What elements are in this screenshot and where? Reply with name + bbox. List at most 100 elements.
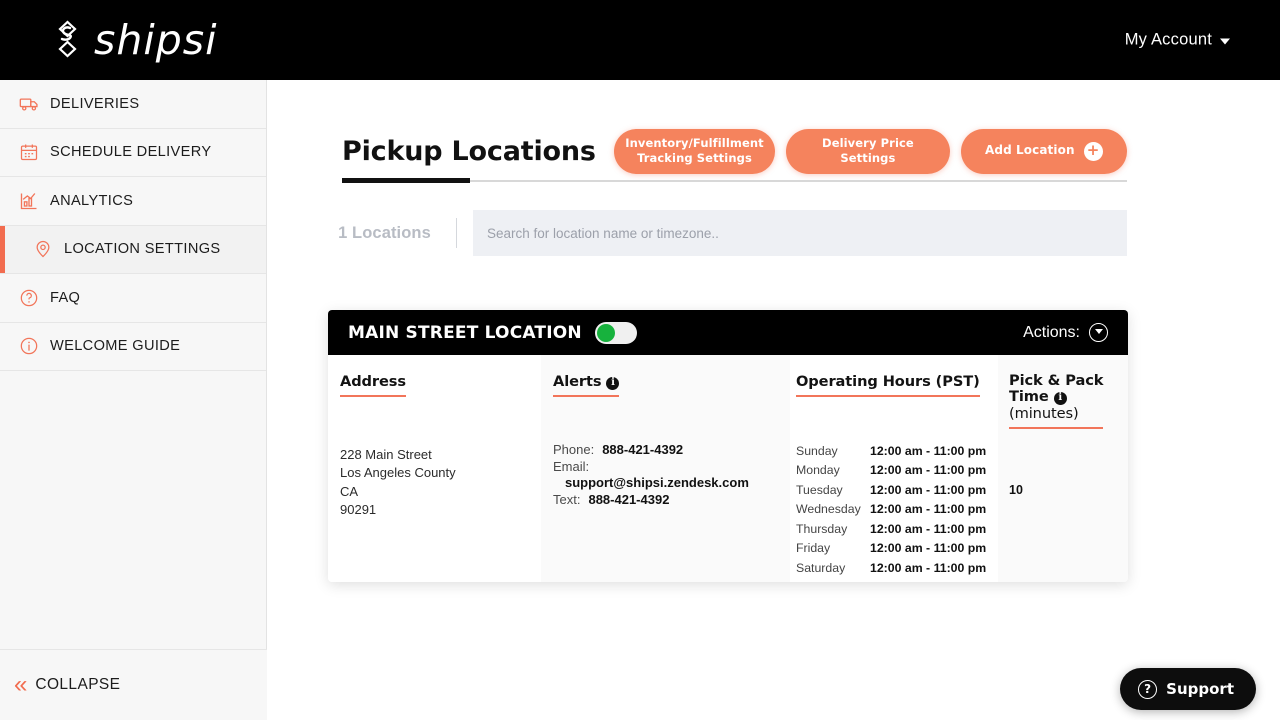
brand-name: shipsi — [94, 16, 218, 64]
actions-dropdown[interactable]: Actions: — [1023, 323, 1108, 342]
hours-row: Friday 12:00 am - 11:00 pm — [796, 539, 998, 558]
hours-day: Thursday — [796, 521, 848, 536]
address-line: 90291 — [340, 502, 377, 518]
hours-time: 12:00 am - 11:00 pm — [870, 482, 987, 497]
address-lines: 228 Main Street Los Angeles County CA 90… — [340, 446, 541, 520]
my-account-menu[interactable]: My Account — [1125, 31, 1230, 50]
alerts-heading-text: Alerts — [553, 373, 602, 390]
button-label-line1: Inventory/Fulfillment — [625, 136, 764, 151]
toggle-knob — [596, 323, 615, 342]
sidebar-item-label: LOCATION SETTINGS — [64, 241, 221, 258]
collapse-label: COLLAPSE — [35, 676, 121, 693]
add-location-label: Add Location — [985, 143, 1075, 158]
sidebar-item-label: DELIVERIES — [50, 95, 140, 112]
pick-pack-heading-line1: Pick & Pack — [1009, 372, 1104, 389]
chevron-down-circle-icon — [1089, 323, 1108, 342]
hours-time: 12:00 am - 11:00 pm — [870, 444, 987, 458]
page-header: Pickup Locations Inventory/Fulfillment T… — [342, 120, 1127, 182]
location-card-body: Address 228 Main Street Los Angeles Coun… — [328, 355, 1128, 582]
question-circle-icon: ? — [1138, 679, 1158, 699]
info-icon[interactable]: i — [606, 376, 620, 390]
delivery-price-settings-button[interactable]: Delivery Price Settings — [786, 128, 950, 174]
location-card-header: MAIN STREET LOCATION Actions: — [328, 310, 1128, 355]
chevron-down-icon — [1220, 38, 1230, 45]
sidebar-item-label: WELCOME GUIDE — [50, 338, 181, 355]
hours-time: 12:00 am - 11:00 pm — [870, 502, 987, 517]
sidebar-item-deliveries[interactable]: DELIVERIES — [0, 80, 266, 129]
hours-row: Tuesday 12:00 am - 11:00 pm — [796, 481, 998, 500]
address-line: 228 Main Street — [340, 447, 432, 462]
address-line: Los Angeles County — [340, 465, 456, 481]
sidebar-item-label: ANALYTICS — [50, 192, 134, 209]
hours-day: Tuesday — [796, 482, 843, 497]
address-column: Address 228 Main Street Los Angeles Coun… — [328, 355, 541, 582]
sidebar-collapse-button[interactable]: « COLLAPSE — [0, 649, 267, 720]
pick-pack-column: Pick & Pack Time i (minutes) 10 — [998, 355, 1128, 582]
support-button[interactable]: ? Support — [1120, 668, 1256, 710]
operating-hours-heading: Operating Hours (PST) — [796, 373, 980, 397]
hours-day: Wednesday — [796, 502, 861, 517]
map-pin-icon — [32, 238, 54, 260]
hours-day: Monday — [796, 463, 840, 478]
bar-chart-icon — [18, 190, 40, 212]
alert-value: 888-421-4392 — [602, 442, 684, 457]
hours-day: Saturday — [796, 560, 846, 575]
address-line: CA — [340, 483, 359, 499]
pick-pack-heading-line3: (minutes) — [1009, 404, 1079, 422]
sidebar-item-label: FAQ — [50, 289, 81, 306]
question-circle-icon — [18, 287, 40, 309]
hours-time: 12:00 am - 11:00 pm — [870, 560, 987, 575]
top-bar: shipsi My Account — [0, 0, 1280, 80]
page-title: Pickup Locations — [342, 135, 596, 167]
plus-circle-icon: + — [1083, 141, 1103, 161]
sidebar-item-welcome-guide[interactable]: WELCOME GUIDE — [0, 322, 266, 371]
hours-row: Sunday 12:00 am - 11:00 pm — [796, 442, 998, 461]
operating-hours-rows: Sunday 12:00 am - 11:00 pm Monday 12:00 … — [796, 442, 998, 578]
calendar-icon — [18, 141, 40, 163]
alert-row: Email: support@shipsi.zendesk.com — [553, 459, 790, 490]
hours-time: 12:00 am - 11:00 pm — [870, 541, 987, 556]
alerts-rows: Phone: 888-421-4392 Email: support@shipsi.… — [553, 442, 790, 507]
truck-icon — [18, 93, 40, 115]
hours-day: Sunday — [796, 444, 838, 458]
pick-pack-heading: Pick & Pack Time i (minutes) — [1009, 372, 1104, 430]
hours-row: Monday 12:00 am - 11:00 pm — [796, 461, 998, 480]
hours-row: Thursday 12:00 am - 11:00 pm — [796, 520, 998, 539]
add-location-button[interactable]: Add Location + — [960, 128, 1127, 174]
sidebar-item-analytics[interactable]: ANALYTICS — [0, 177, 266, 226]
alert-key: Phone: — [553, 442, 595, 457]
sidebar-item-faq[interactable]: FAQ — [0, 274, 266, 323]
alerts-heading: Alerts i — [553, 373, 620, 397]
alert-row: Text: 888-421-4392 — [553, 492, 790, 507]
locations-count: 1 Locations — [338, 223, 431, 242]
alerts-column: Alerts i Phone: 888-421-4392 Email: support… — [541, 355, 790, 582]
shipsi-logo-icon — [48, 20, 88, 60]
support-label: Support — [1166, 680, 1234, 698]
alert-row: Phone: 888-421-4392 — [553, 442, 790, 457]
alert-value: 888-421-4392 — [588, 492, 670, 507]
sidebar-item-schedule-delivery[interactable]: SCHEDULE DELIVERY — [0, 128, 266, 177]
sidebar: DELIVERIES SCHEDULE DELIVERY ANALYTICS L… — [0, 80, 267, 720]
app-root: shipsi My Account DELIVERIES SCHEDULE DE… — [0, 0, 1280, 720]
pick-pack-heading-line2: Time — [1009, 388, 1049, 406]
alert-key: Text: — [553, 492, 581, 507]
location-enabled-toggle[interactable] — [594, 321, 637, 344]
brand-logo[interactable]: shipsi — [48, 16, 218, 64]
inventory-fulfillment-tracking-settings-button[interactable]: Inventory/Fulfillment Tracking Settings — [613, 128, 776, 174]
button-label-line1: Delivery Price — [822, 136, 914, 151]
hours-day: Friday — [796, 541, 831, 556]
sidebar-item-location-settings[interactable]: LOCATION SETTINGS — [0, 225, 266, 274]
info-circle-icon — [18, 335, 40, 357]
address-heading: Address — [340, 373, 406, 397]
tab-underline — [342, 178, 1127, 183]
location-name: MAIN STREET LOCATION — [348, 322, 582, 343]
search-input[interactable] — [473, 210, 1127, 256]
location-card: MAIN STREET LOCATION Actions: Address 22… — [328, 310, 1128, 582]
my-account-label: My Account — [1124, 30, 1212, 49]
hours-time: 12:00 am - 11:00 pm — [870, 463, 987, 478]
alert-value: support@shipsi.zendesk.com — [565, 475, 749, 490]
hours-time: 12:00 am - 11:00 pm — [870, 521, 987, 536]
pick-pack-value: 10 — [1009, 483, 1023, 498]
info-icon[interactable]: i — [1053, 391, 1067, 405]
divider — [456, 218, 457, 248]
